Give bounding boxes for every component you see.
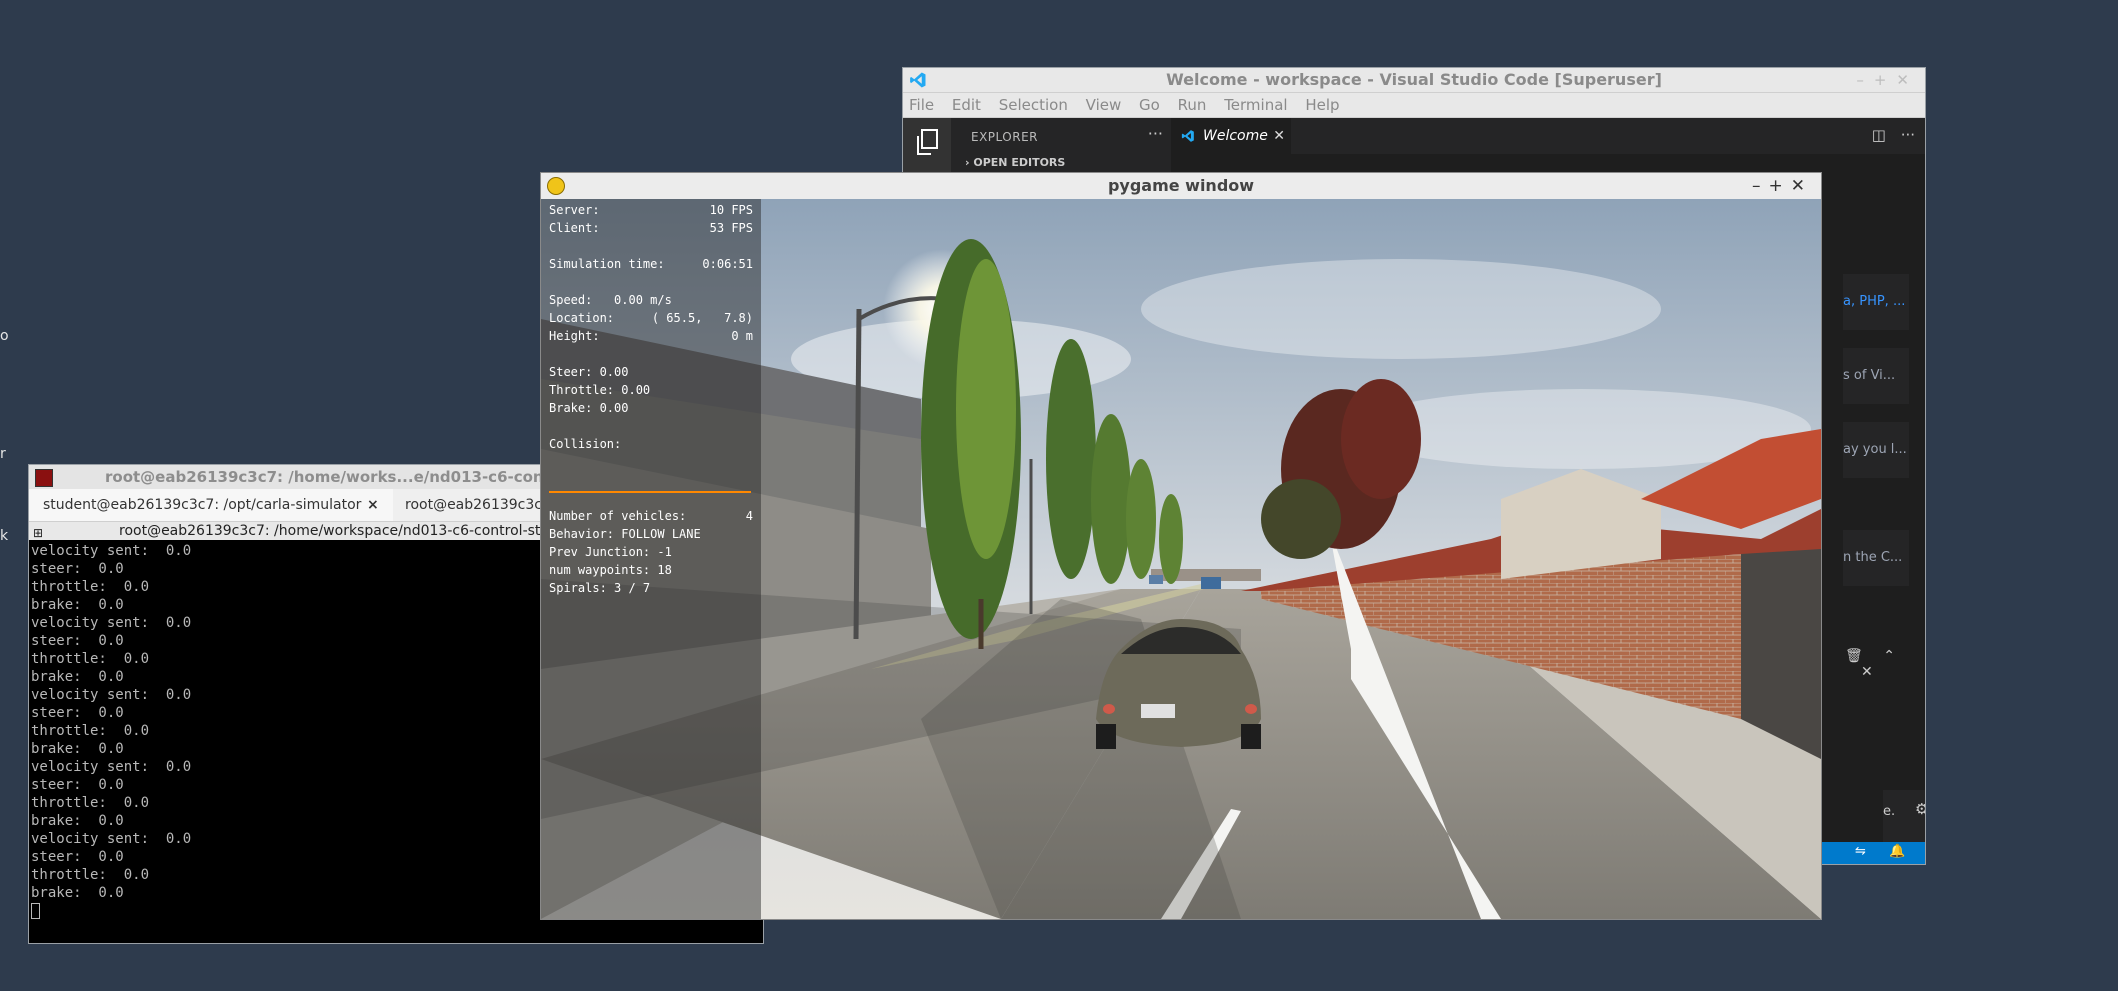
welcome-card[interactable]: s of Vi... [1843,348,1909,404]
hud-height-label: Height: [549,329,600,343]
panel-actions: 🗑 ⌃ ✕ [1845,648,1925,680]
remote-icon[interactable]: ⇋ [1855,844,1866,859]
menu-edit[interactable]: Edit [952,96,981,114]
hud-prev-junction: Prev Junction: -1 [549,545,672,559]
vscode-titlebar[interactable]: Welcome - workspace - Visual Studio Code… [903,68,1925,93]
open-editors-label: OPEN EDITORS [973,156,1066,169]
close-icon[interactable]: ✕ [1861,664,1873,680]
hud-sim-time-label: Simulation time: [549,257,665,271]
welcome-card[interactable]: n the C... [1843,530,1909,586]
more-actions-icon[interactable]: ··· [1901,126,1915,144]
hud-location-label: Location: [549,311,615,325]
hud-panel: Server: 10 FPS Client: 53 FPS Simulation… [541,199,761,919]
desktop-edge-label: k [0,528,9,544]
menu-help[interactable]: Help [1305,96,1339,114]
hud-client-value: 53 FPS [709,221,753,235]
welcome-card[interactable]: ay you l... [1843,422,1909,478]
explorer-header: EXPLORER [971,130,1038,144]
hud-num-waypoints: num waypoints: 18 [549,563,672,577]
hud-brake: Brake: 0.00 [549,401,629,415]
welcome-card-text: ay you l... [1843,442,1907,457]
menu-selection[interactable]: Selection [999,96,1068,114]
pygame-titlebar[interactable]: pygame window –+✕ [541,173,1821,199]
terminal-cursor [31,903,40,919]
menu-run[interactable]: Run [1178,96,1207,114]
terminal-tab-label: student@eab26139c3c7: /opt/carla-simulat… [43,497,362,513]
hud-throttle: Throttle: 0.00 [549,383,651,397]
hud-vehicles-value: 4 [745,509,753,523]
vscode-window-title: Welcome - workspace - Visual Studio Code… [1166,70,1662,89]
hud-spirals: Spirals: 3 / 7 [549,581,651,595]
notification-text: e. [1883,804,1896,819]
tab-close-icon[interactable]: ✕ [1273,118,1285,154]
hud-server-label: Server: [549,203,600,217]
split-editor-icon[interactable]: ◫ [1872,126,1886,144]
close-icon[interactable]: × [367,489,379,521]
vscode-logo-icon [1181,130,1194,142]
pygame-snake-icon [547,177,565,195]
terminal-app-icon [35,469,53,487]
more-actions-icon[interactable]: ··· [1148,124,1163,143]
welcome-card-text: s of Vi... [1843,368,1896,383]
hud-collision-divider [549,491,751,493]
vscode-logo-icon [910,72,926,88]
menu-go[interactable]: Go [1139,96,1160,114]
hud-height-value: 0 m [731,329,753,343]
terminal-menu-icon[interactable]: ⊞ [33,524,43,542]
menu-file[interactable]: File [909,96,934,114]
welcome-card[interactable]: a, PHP, ... [1843,274,1909,330]
tab-welcome[interactable]: Welcome ✕ [1171,118,1291,154]
hud-speed: Speed: 0.00 m/s [549,293,672,307]
window-controls[interactable]: –+✕ [1752,173,1813,199]
menu-view[interactable]: View [1086,96,1122,114]
desktop-edge-label: o [0,328,9,344]
chevron-up-icon[interactable]: ⌃ [1883,648,1895,664]
welcome-card-text: a, PHP, ... [1843,294,1906,309]
hud-sim-time-value: 0:06:51 [702,257,753,271]
editor-actions: ◫ ··· [1872,126,1915,144]
gear-icon[interactable]: ⚙ [1915,800,1925,818]
open-editors-section[interactable]: › OPEN EDITORS [965,156,1065,169]
hud-collision: Collision: [549,437,622,451]
tab-welcome-label: Welcome [1203,128,1268,144]
pygame-window-title: pygame window [1107,176,1255,195]
hud-steer: Steer: 0.00 [549,365,629,379]
welcome-card-text: n the C... [1843,550,1903,565]
menu-terminal[interactable]: Terminal [1224,96,1287,114]
files-icon[interactable] [915,129,939,155]
trash-icon[interactable]: 🗑 [1845,648,1863,664]
bell-icon[interactable]: 🔔 [1889,844,1905,859]
terminal-tab-carla[interactable]: student@eab26139c3c7: /opt/carla-simulat… [29,489,393,521]
desktop-edge-label: r [0,446,6,462]
editor-tabs: Welcome ✕ ◫ ··· [1171,118,1925,154]
window-controls[interactable]: –+✕ [1856,68,1919,92]
hud-location-value: ( 65.5, 7.8) [651,311,753,325]
vscode-menubar: File Edit Selection View Go Run Terminal… [903,93,1925,118]
hud-client-label: Client: [549,221,600,235]
hud-behavior: Behavior: FOLLOW LANE [549,527,701,541]
hud-vehicles-label: Number of vehicles: [549,509,687,523]
pygame-window[interactable]: pygame window –+✕ Server: 10 FPS Client:… [540,172,1822,920]
hud-server-value: 10 FPS [709,203,753,217]
